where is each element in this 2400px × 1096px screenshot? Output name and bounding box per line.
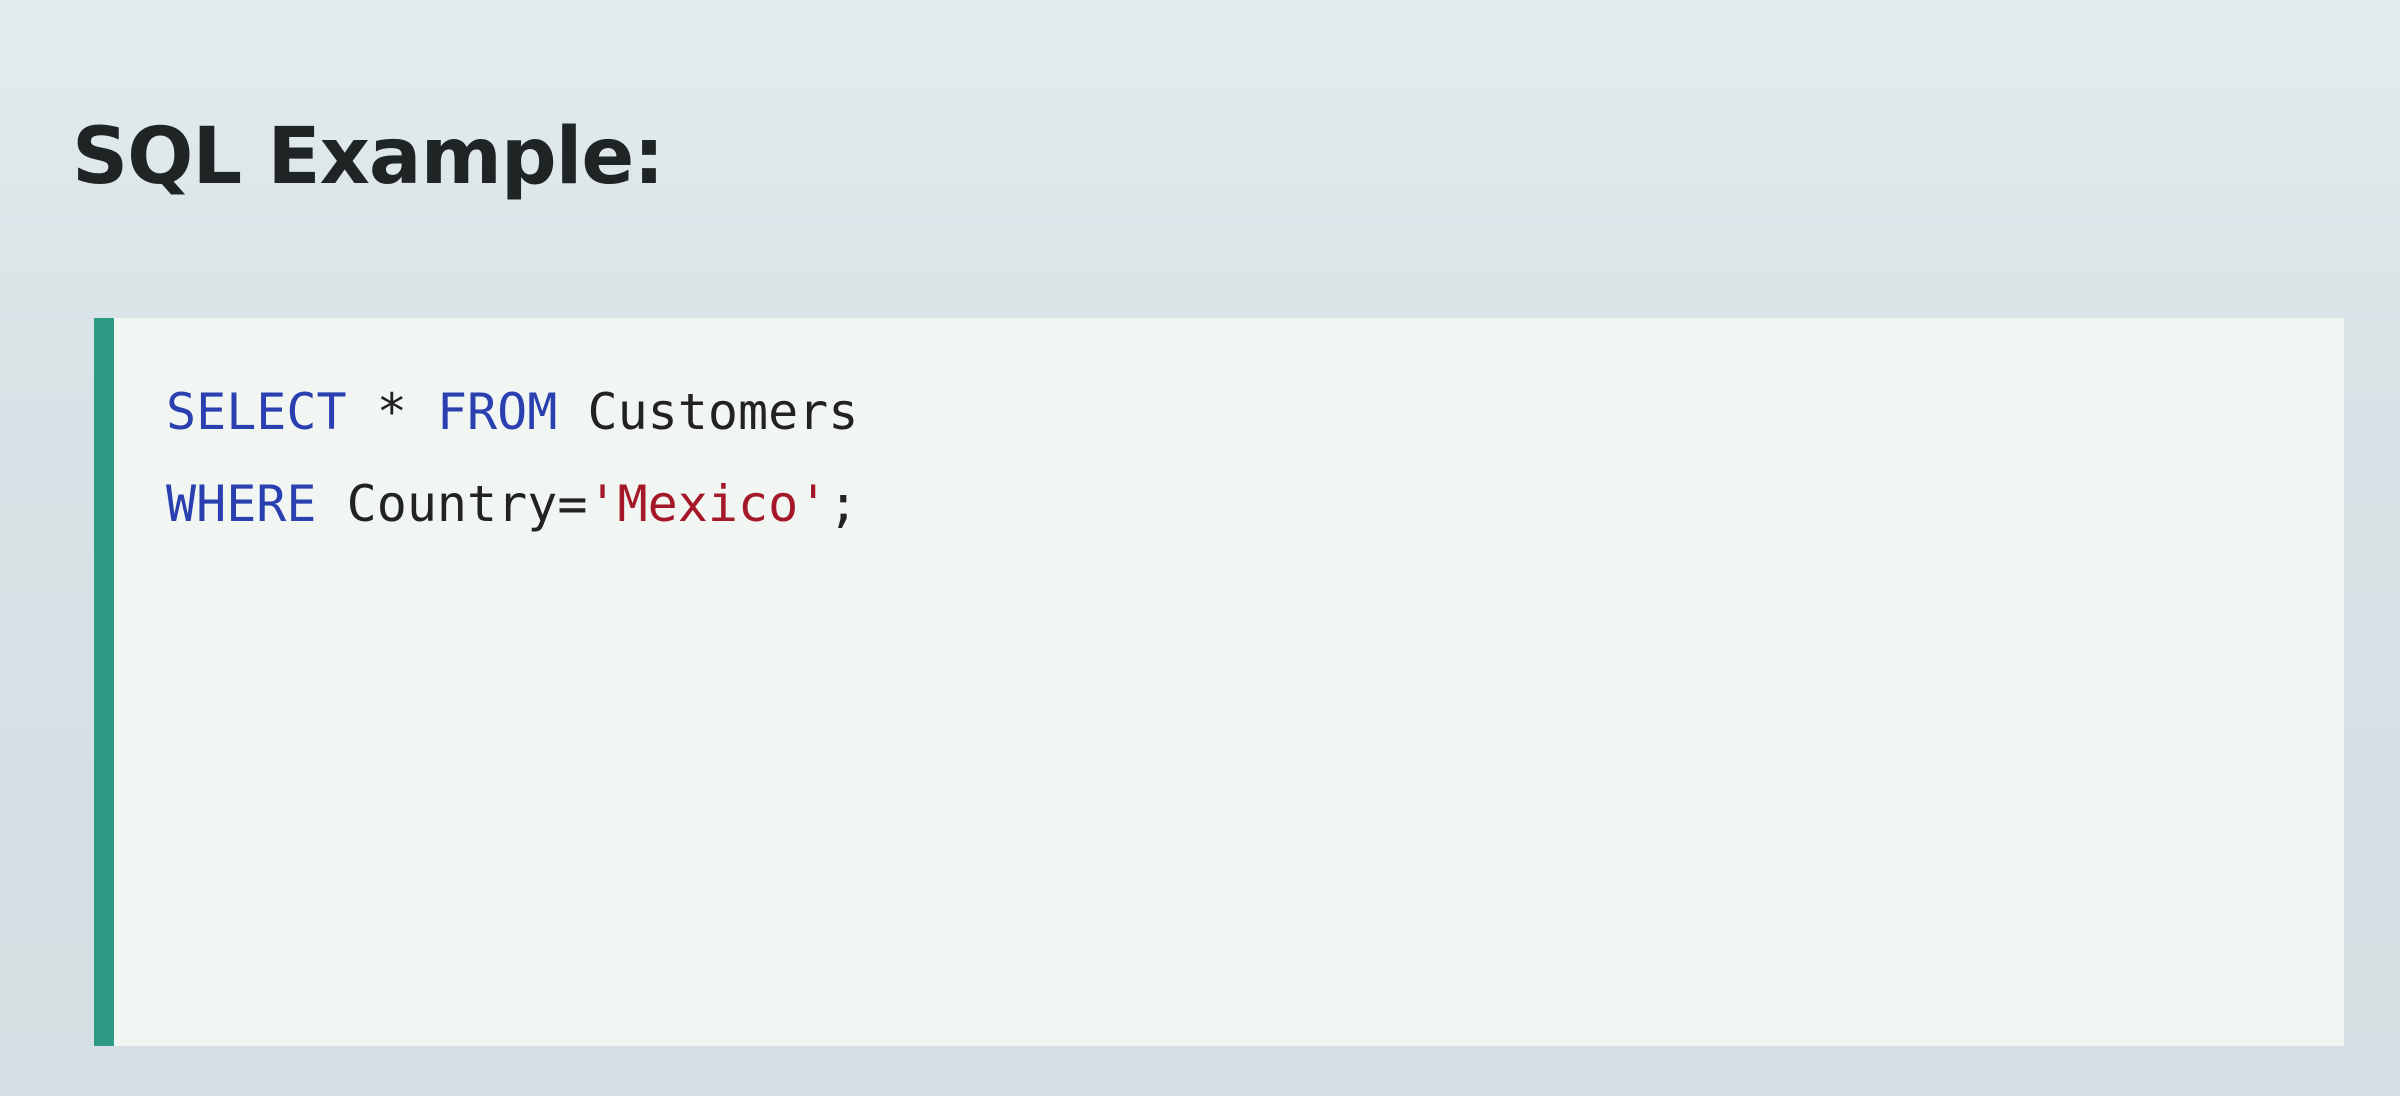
string-literal: 'Mexico': [587, 475, 829, 533]
code-block: SELECT * FROM Customers WHERE Country='Me…: [166, 366, 858, 550]
keyword-select: SELECT: [166, 383, 347, 441]
statement-terminator: ;: [828, 475, 859, 533]
code-line-1: SELECT * FROM Customers: [166, 366, 858, 458]
code-example-box: SELECT * FROM Customers WHERE Country='Me…: [94, 318, 2344, 1046]
keyword-from: FROM: [436, 383, 558, 441]
code-line-2: WHERE Country='Mexico';: [166, 458, 858, 550]
keyword-where: WHERE: [166, 475, 317, 533]
page: SQL Example: SELECT * FROM Customers WHER…: [0, 0, 2400, 1096]
select-all-operator: *: [346, 383, 437, 441]
where-condition: Country=: [316, 475, 588, 533]
section-heading: SQL Example:: [72, 112, 665, 202]
table-name: Customers: [557, 383, 859, 441]
